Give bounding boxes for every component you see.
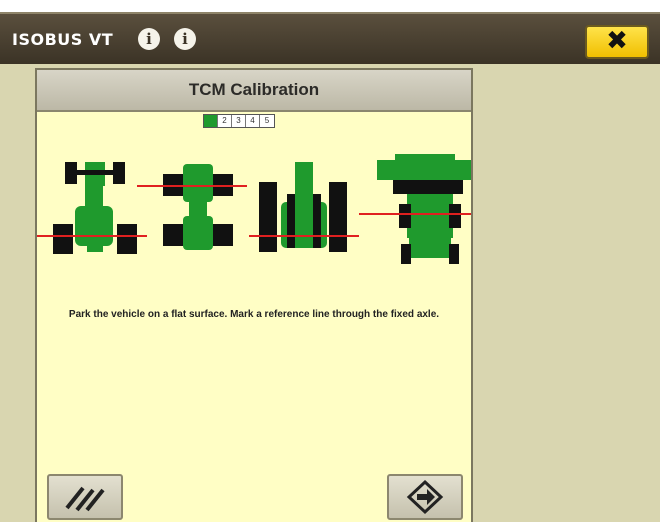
- step-5: 5: [264, 116, 270, 125]
- step-4: 4: [246, 115, 260, 127]
- step-1: 1: [204, 115, 218, 127]
- cancel-button[interactable]: [47, 474, 123, 520]
- articulated-tractor-icon: [137, 164, 247, 250]
- calibration-panel: TCM Calibration 1 2 3 4 5 Park the vehic…: [35, 68, 473, 522]
- step-2: 2: [218, 115, 232, 127]
- info-icon[interactable]: i: [174, 28, 196, 50]
- cancel-slash-icon: [65, 486, 105, 512]
- info-icon[interactable]: i: [138, 28, 160, 50]
- close-button[interactable]: ✖: [585, 25, 649, 59]
- title-bar: ISOBUS VT i i ✖: [0, 12, 660, 64]
- app-title: ISOBUS VT: [12, 30, 114, 49]
- step-3: 3: [232, 115, 246, 127]
- next-step-icon: [406, 479, 444, 515]
- panel-title: TCM Calibration: [37, 70, 471, 112]
- vehicle-diagrams: [37, 154, 471, 264]
- step-indicator: 1 2 3 4 5: [203, 114, 275, 128]
- track-tractor-icon: [249, 162, 359, 252]
- sprayer-icon: [359, 154, 471, 264]
- instruction-text: Park the vehicle on a flat surface. Mark…: [68, 309, 440, 320]
- tractor-icon: [37, 162, 147, 254]
- next-button[interactable]: [387, 474, 463, 520]
